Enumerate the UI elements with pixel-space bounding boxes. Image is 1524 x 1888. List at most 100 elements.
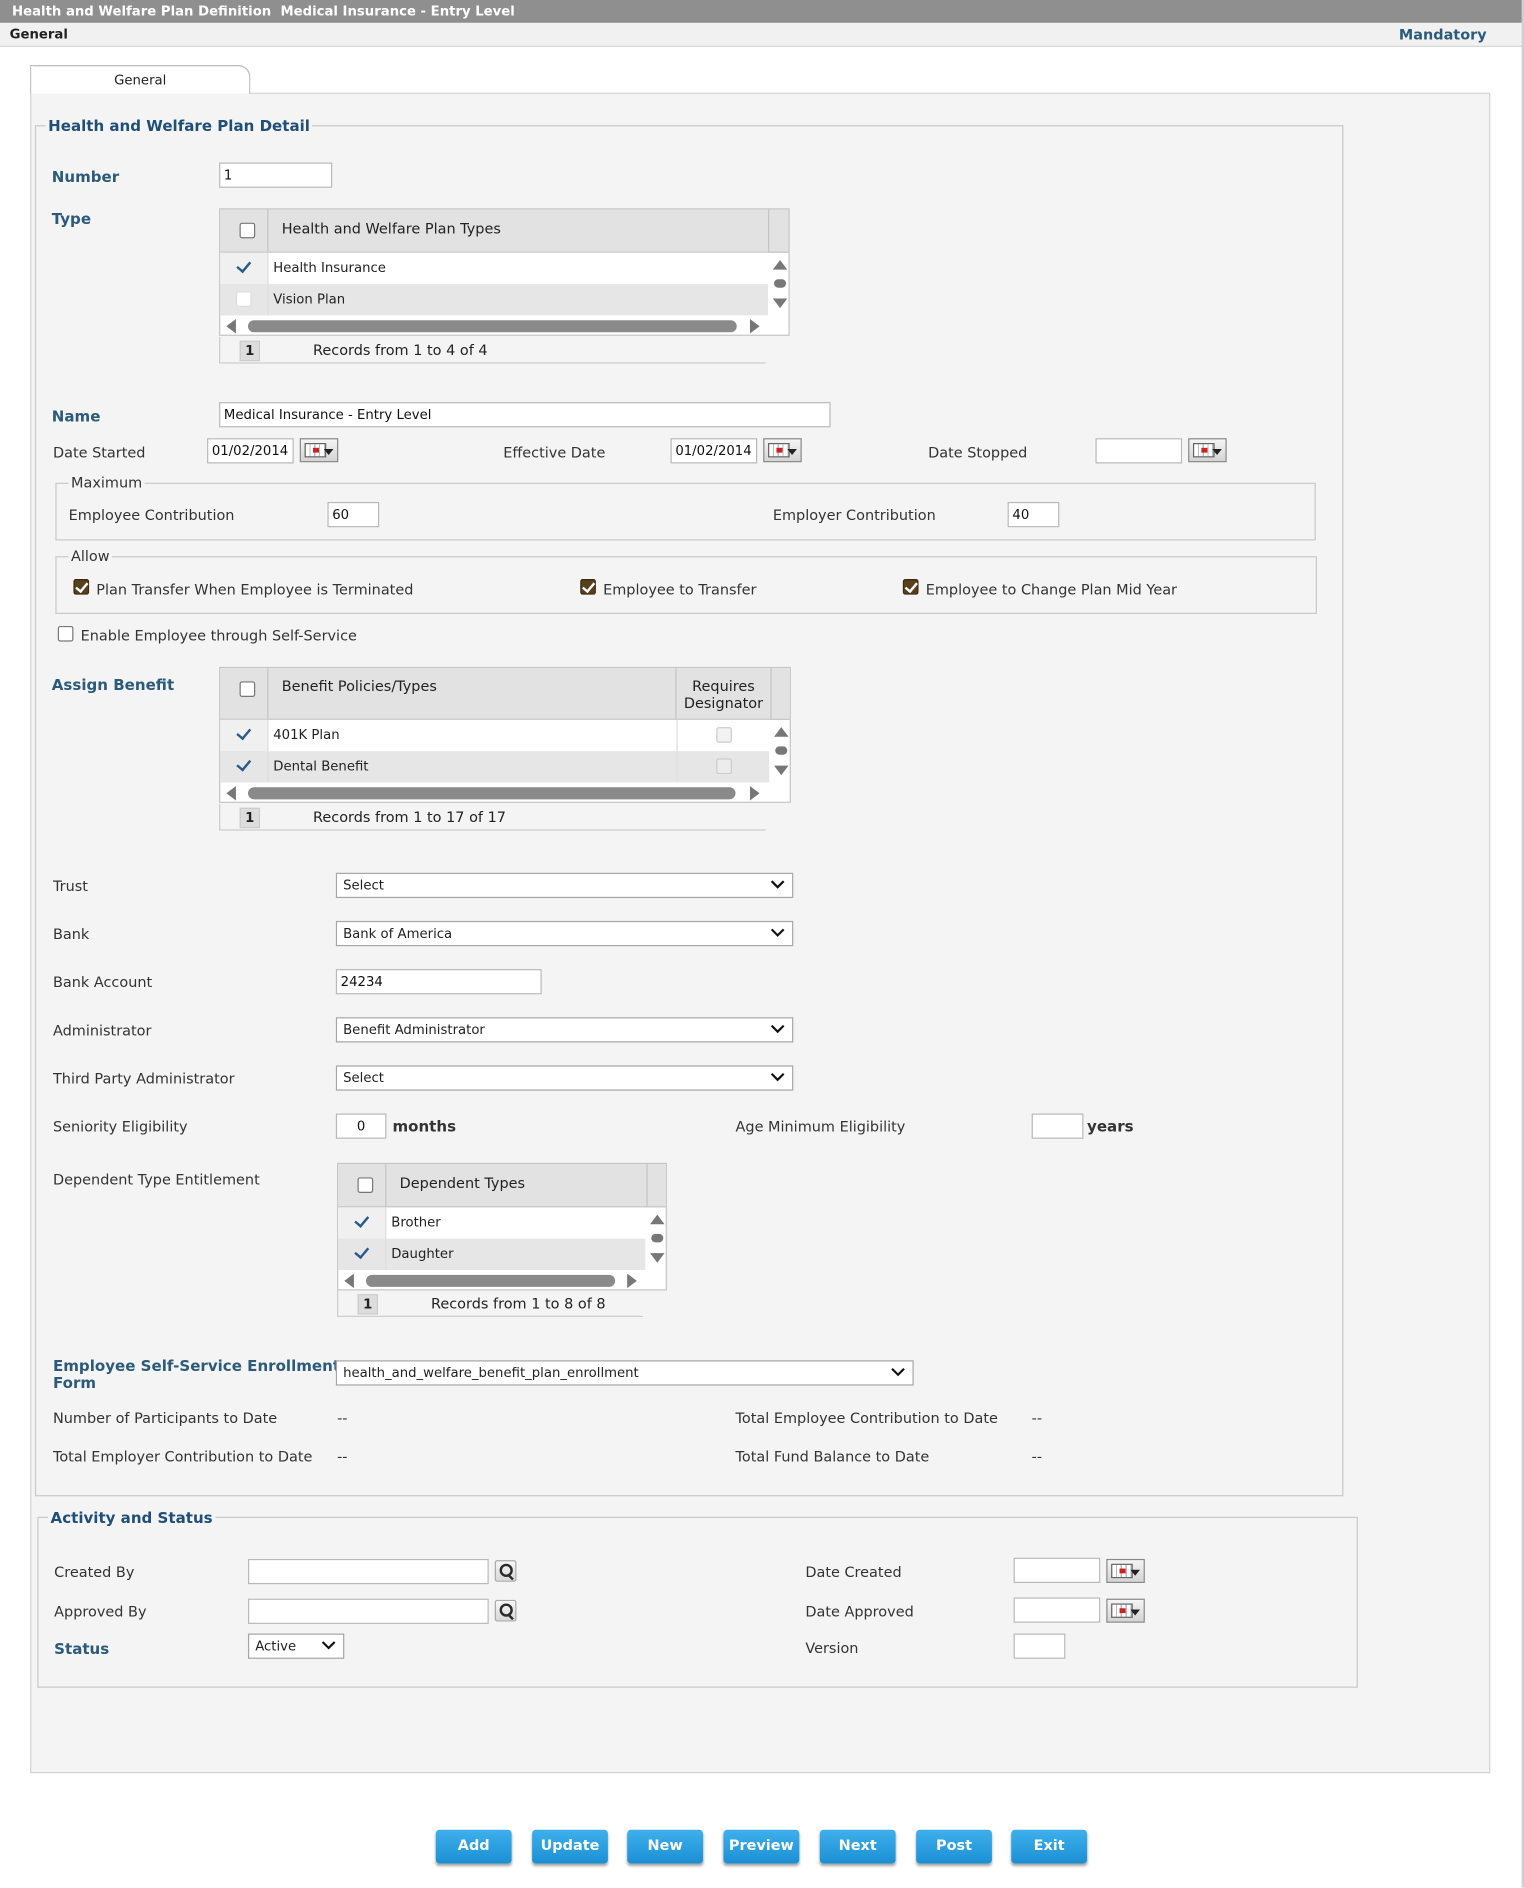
calendar-icon[interactable] [1106,1558,1145,1583]
row-checkbox[interactable] [235,291,252,307]
plan-type-name: Health Insurance [273,260,386,276]
status-value: Active [255,1638,297,1655]
scroll-left-icon[interactable] [226,319,236,334]
scroll-down-icon[interactable] [774,765,789,776]
vertical-scrollbar[interactable] [645,1207,667,1270]
calendar-icon[interactable] [1188,438,1227,463]
row-check-cell[interactable] [220,719,269,752]
horizontal-scroll-thumb[interactable] [247,320,737,333]
page-number[interactable]: 1 [239,340,261,362]
plan-type-name: Vision Plan [273,291,346,307]
third-party-select[interactable]: Select [335,1065,794,1091]
scroll-thumb[interactable] [774,279,787,288]
next-button[interactable]: Next [819,1829,896,1864]
table-row[interactable]: 401K Plan [220,719,770,752]
table-row[interactable]: Vision Plan [220,284,769,316]
scroll-left-icon[interactable] [344,1273,354,1289]
calendar-icon[interactable] [1106,1598,1145,1623]
dropdown-arrow-icon [1130,1569,1140,1576]
administrator-select[interactable]: Benefit Administrator [335,1017,794,1043]
scroll-down-icon[interactable] [650,1253,665,1263]
bank-select[interactable]: Bank of America [335,920,794,947]
name-field[interactable]: Medical Insurance - Entry Level [219,402,831,428]
dropdown-arrow-icon [1130,1609,1140,1616]
approved-by-field[interactable] [247,1598,489,1624]
scroll-right-icon[interactable] [749,786,760,801]
search-icon[interactable] [494,1599,517,1622]
scroll-thumb[interactable] [651,1233,664,1243]
page-number[interactable]: 1 [357,1294,378,1315]
tab-general[interactable]: General [30,65,251,94]
table-row[interactable]: Brother [338,1207,646,1239]
post-button[interactable]: Post [916,1829,992,1864]
section-label: General [9,26,68,43]
scroll-up-icon[interactable] [772,260,788,270]
status-select[interactable]: Active [247,1633,345,1659]
bank-account-field[interactable]: 24234 [335,969,542,995]
row-check-cell[interactable] [220,284,269,316]
vertical-scrollbar[interactable] [769,720,791,783]
search-icon[interactable] [494,1560,517,1582]
benefit-policy-column-header: Benefit Policies/Types [268,668,677,719]
effective-date-label: Effective Date [503,444,606,462]
months-unit: months [392,1117,457,1136]
page-number[interactable]: 1 [239,807,261,829]
plan-types-pager: 1 Records from 1 to 4 of 4 [219,337,766,364]
table-row[interactable]: Health Insurance [220,252,769,285]
effective-date-field[interactable]: 01/02/2014 [670,438,758,464]
preview-button[interactable]: Preview [723,1829,800,1864]
plan-types-select-all-checkbox[interactable] [239,222,256,239]
row-check-cell[interactable] [338,1207,387,1239]
employer-contribution-field[interactable]: 40 [1007,501,1060,528]
horizontal-scroll-thumb[interactable] [247,787,736,800]
calendar-icon[interactable] [763,438,802,463]
scroll-down-icon[interactable] [772,298,788,309]
scroll-right-icon[interactable] [749,319,760,334]
scroll-thumb[interactable] [775,746,788,755]
dependent-select-all-checkbox[interactable] [357,1177,374,1193]
horizontal-scroll-thumb[interactable] [365,1274,616,1287]
maximum-fieldset: Maximum [55,474,1316,541]
plan-types-select-all-cell [220,209,269,252]
checkmark-icon [236,727,252,743]
benefit-select-all-checkbox[interactable] [239,681,256,698]
table-row[interactable]: Daughter [338,1238,646,1271]
table-row[interactable]: Dental Benefit [220,751,770,783]
change-mid-year-checkbox[interactable] [902,579,919,595]
designator-checkbox[interactable] [716,727,732,743]
exit-button[interactable]: Exit [1011,1829,1088,1864]
activity-legend: Activity and Status [50,1508,213,1527]
seniority-field[interactable]: 0 [335,1113,387,1139]
trust-select[interactable]: Select [335,872,794,899]
self-service-label: Enable Employee through Self-Service [80,627,357,645]
date-created-field[interactable] [1013,1557,1101,1583]
created-by-field[interactable] [247,1558,489,1585]
type-label: Type [51,209,92,228]
self-service-checkbox[interactable] [57,625,74,642]
update-button[interactable]: Update [532,1829,608,1864]
ess-form-select[interactable]: health_and_welfare_benefit_plan_enrollme… [335,1360,914,1386]
age-min-field[interactable] [1031,1113,1084,1139]
new-button[interactable]: New [627,1829,704,1864]
administrator-value: Benefit Administrator [343,1022,485,1038]
add-button[interactable]: Add [435,1829,512,1864]
row-check-cell[interactable] [220,252,269,285]
date-started-field[interactable]: 01/02/2014 [207,438,294,464]
designator-checkbox[interactable] [716,758,732,775]
scroll-right-icon[interactable] [627,1273,637,1289]
calendar-icon[interactable] [299,438,339,463]
plan-transfer-checkbox[interactable] [73,579,90,595]
employee-transfer-checkbox[interactable] [580,579,596,595]
scroll-left-icon[interactable] [226,786,236,801]
row-check-cell[interactable] [220,751,269,783]
date-approved-field[interactable] [1013,1597,1101,1623]
date-stopped-field[interactable] [1095,438,1183,464]
vertical-scrollbar[interactable] [768,253,790,316]
employee-contribution-field[interactable]: 60 [327,501,380,528]
version-field[interactable] [1013,1633,1066,1659]
row-check-cell[interactable] [338,1238,387,1271]
scroll-up-icon[interactable] [650,1214,665,1225]
scroll-up-icon[interactable] [774,727,789,737]
number-field[interactable]: 1 [219,162,333,188]
bank-account-label: Bank Account [52,973,153,991]
